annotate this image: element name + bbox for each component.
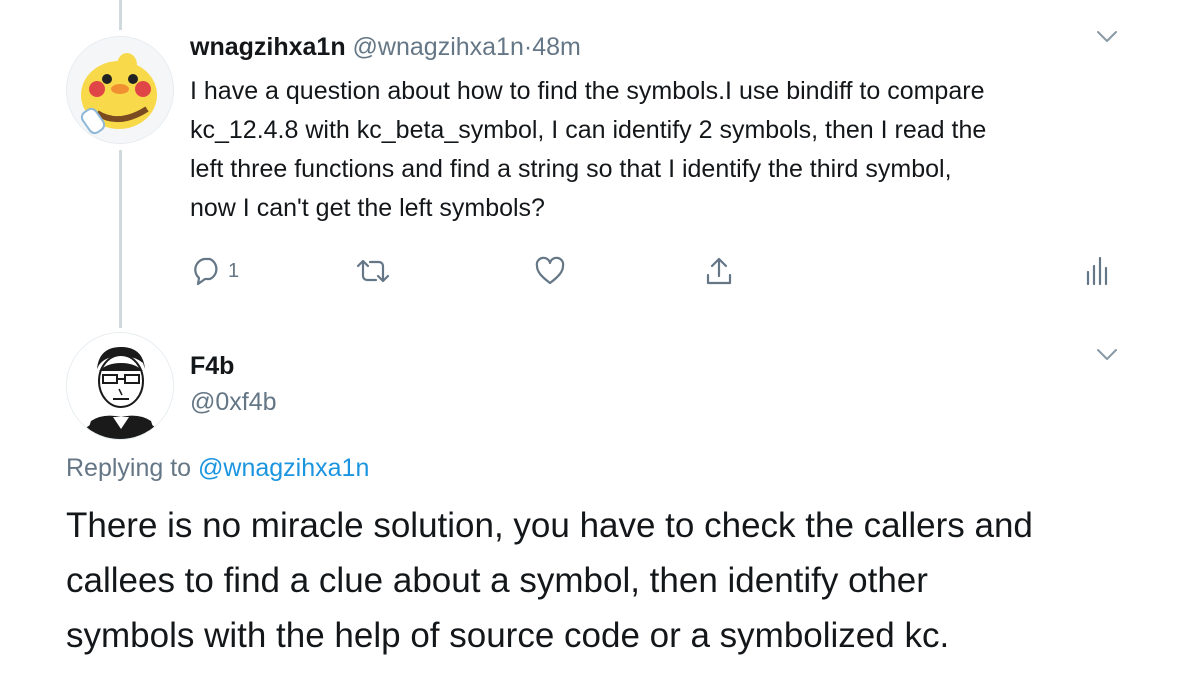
chevron-down-icon[interactable] — [1096, 348, 1118, 362]
user-handle[interactable]: @0xf4b — [190, 386, 277, 418]
display-name[interactable]: F4b — [190, 350, 234, 382]
analytics-button[interactable] — [1084, 254, 1110, 288]
retweet-button[interactable] — [354, 254, 392, 288]
user-handle[interactable]: @wnagzihxa1n — [353, 33, 524, 61]
cartoon-chick-avatar-image — [67, 37, 173, 143]
thread-connector-top — [119, 0, 122, 30]
avatar[interactable] — [66, 36, 174, 144]
reply-count: 1 — [228, 259, 240, 282]
reply-button[interactable]: 1 — [190, 254, 239, 288]
tweet-actions: 1 — [190, 254, 1120, 288]
thread-connector — [119, 150, 122, 328]
tweet-text: I have a question about how to find the … — [190, 77, 987, 222]
share-button[interactable] — [704, 254, 734, 288]
replying-to-line: Replying to @wnagzihxa1n — [66, 452, 369, 484]
tweet-text: There is no miracle solution, you have t… — [66, 506, 1033, 655]
speech-bubble-icon — [194, 257, 218, 286]
man-with-glasses-sketch-avatar-image — [67, 333, 173, 439]
share-upload-icon — [706, 257, 732, 285]
like-button[interactable] — [534, 254, 566, 288]
separator-dot: · — [523, 33, 533, 61]
avatar[interactable] — [66, 332, 174, 440]
replying-to-label: Replying to — [66, 454, 199, 482]
mention-link[interactable]: @wnagzihxa1n — [198, 454, 369, 482]
chevron-down-icon[interactable] — [1096, 30, 1118, 44]
timestamp[interactable]: 48m — [532, 33, 581, 61]
heart-icon — [535, 256, 565, 285]
tweet-header: wnagzihxa1n @wnagzihxa1n·48m — [190, 30, 581, 64]
retweet-arrows-icon — [356, 259, 390, 283]
display-name[interactable]: wnagzihxa1n — [190, 33, 346, 61]
bar-chart-icon — [1086, 256, 1108, 286]
